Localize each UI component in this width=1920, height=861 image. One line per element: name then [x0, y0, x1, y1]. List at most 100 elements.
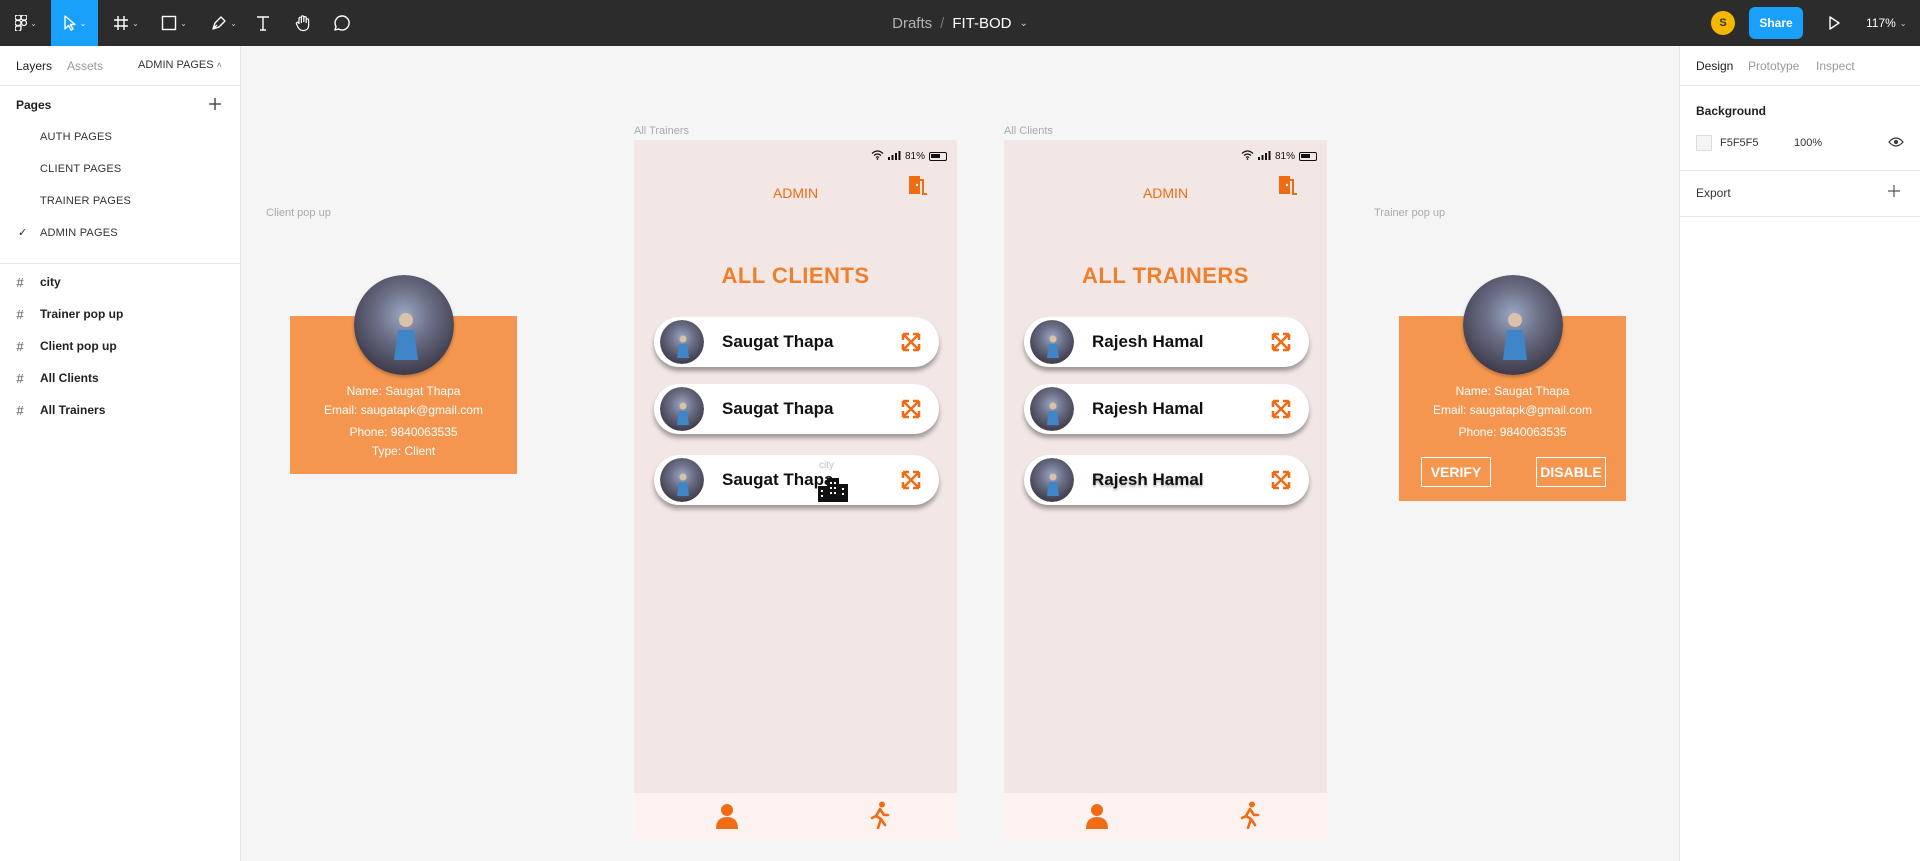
frame-label-trainer-popup[interactable]: Trainer pop up [1374, 207, 1445, 219]
frame-icon: # [16, 306, 24, 322]
tab-prototype[interactable]: Prototype [1748, 59, 1799, 73]
signal-icon [1257, 150, 1271, 163]
trainer-phone: Phone: 9840063535 [1458, 425, 1567, 439]
left-panel: Layers Assets ADMIN PAGES ˄ Pages AUTH P… [0, 46, 241, 861]
tab-layers[interactable]: Layers [16, 59, 52, 73]
layer-item-trainer-popup[interactable]: # Trainer pop up [0, 301, 240, 327]
battery-percentage: 81% [1274, 151, 1295, 162]
chevron-down-icon: ⌄ [180, 18, 187, 28]
screen-title: ALL TRAINERS [1082, 263, 1249, 288]
layer-label: All Clients [40, 371, 99, 385]
trainer-list-item[interactable]: Rajesh Hamal [1024, 384, 1309, 434]
expand-icon[interactable] [1271, 332, 1291, 352]
background-section-title: Background [1696, 104, 1767, 118]
frame-icon: # [16, 370, 24, 386]
person-icon[interactable] [1086, 803, 1108, 829]
battery-icon [1299, 152, 1317, 161]
layer-item-client-popup[interactable]: # Client pop up [0, 333, 240, 359]
client-type: Type: Client [371, 444, 436, 458]
frame-label-city[interactable]: city [819, 460, 834, 471]
running-icon[interactable] [870, 801, 890, 829]
status-bar: 81% [871, 150, 947, 163]
rectangle-icon [161, 15, 177, 31]
screen-title: ALL CLIENTS [721, 263, 870, 288]
layer-label: Client pop up [40, 339, 117, 353]
client-name: Saugat Thapa [722, 399, 834, 418]
running-icon[interactable] [1240, 801, 1260, 829]
page-item-trainer[interactable]: TRAINER PAGES [40, 195, 131, 207]
client-list-item[interactable]: Saugat Thapa [654, 384, 939, 434]
trainer-email: Email: saugatapk@gmail.com [1433, 403, 1592, 417]
layer-item-city[interactable]: # city [0, 269, 240, 295]
current-page-selector[interactable]: ADMIN PAGES ˄ [138, 59, 222, 71]
eye-icon[interactable] [1888, 136, 1904, 148]
main-menu-button[interactable]: ⌄ [8, 0, 44, 46]
expand-icon[interactable] [901, 399, 921, 419]
background-color-swatch[interactable] [1696, 135, 1712, 151]
text-tool-button[interactable] [251, 0, 275, 46]
page-item-admin[interactable]: ADMIN PAGES [40, 227, 118, 239]
tab-design[interactable]: Design [1696, 59, 1733, 73]
client-phone: Phone: 9840063535 [349, 425, 458, 439]
hand-tool-button[interactable] [291, 0, 315, 46]
share-button[interactable]: Share [1749, 7, 1803, 39]
expand-icon[interactable] [1271, 399, 1291, 419]
add-page-icon[interactable] [206, 95, 224, 113]
expand-icon[interactable] [901, 332, 921, 352]
layer-item-all-trainers[interactable]: # All Trainers [0, 397, 240, 423]
all-clients-screen[interactable]: 81% ADMIN ALL CLIENTS Saugat Thapa Sauga… [634, 140, 957, 839]
expand-icon[interactable] [1271, 470, 1291, 490]
verify-button[interactable]: VERIFY [1421, 457, 1491, 487]
breadcrumb-drafts[interactable]: Drafts [892, 15, 932, 32]
cursor-icon [63, 15, 76, 31]
chevron-down-icon[interactable]: ⌄ [1019, 18, 1027, 29]
person-icon[interactable] [716, 803, 738, 829]
trainer-list-item[interactable]: Rajesh Hamal [1024, 317, 1309, 367]
client-list-item[interactable]: Saugat Thapa [654, 455, 939, 505]
move-tool-button[interactable]: ⌄ [51, 0, 98, 46]
tab-inspect[interactable]: Inspect [1816, 59, 1855, 73]
present-button[interactable] [1822, 0, 1846, 46]
chevron-down-icon: ⌄ [1899, 18, 1907, 28]
background-hex-input[interactable]: F5F5F5 [1720, 137, 1759, 149]
hand-icon [295, 15, 310, 32]
disable-button[interactable]: DISABLE [1536, 457, 1606, 487]
toolbar: ⌄ ⌄ ⌄ ⌄ ⌄ Drafts / FIT-BOD ⌄ S Share 117… [0, 0, 1920, 46]
frame-tool-button[interactable]: ⌄ [108, 0, 144, 46]
divider [1680, 85, 1920, 86]
divider [0, 85, 240, 86]
file-name[interactable]: FIT-BOD [952, 15, 1011, 32]
file-breadcrumb: Drafts / FIT-BOD ⌄ [0, 0, 1920, 46]
client-name: Saugat Thapa [722, 470, 834, 489]
wifi-icon [871, 150, 884, 163]
frame-label-all-clients[interactable]: All Clients [1004, 125, 1053, 137]
all-trainers-screen[interactable]: 81% ADMIN ALL TRAINERS Rajesh Hamal Raje… [1004, 140, 1327, 839]
trainer-list-item[interactable]: Rajesh Hamal [1024, 455, 1309, 505]
layer-item-all-clients[interactable]: # All Clients [0, 365, 240, 391]
bottom-nav [634, 793, 957, 839]
client-list-item[interactable]: Saugat Thapa [654, 317, 939, 367]
signal-icon [887, 150, 901, 163]
chevron-down-icon: ⌄ [79, 18, 87, 28]
tab-assets[interactable]: Assets [67, 59, 103, 73]
comment-tool-button[interactable] [330, 0, 354, 46]
trainer-name: Rajesh Hamal [1092, 399, 1204, 418]
logout-door-icon[interactable] [905, 174, 929, 196]
page-item-auth[interactable]: AUTH PAGES [40, 131, 112, 143]
text-icon [257, 16, 269, 31]
right-panel: Design Prototype Inspect Background F5F5… [1679, 46, 1920, 861]
zoom-control[interactable]: 117% ⌄ [1866, 0, 1907, 46]
pen-tool-button[interactable]: ⌄ [206, 0, 242, 46]
comment-icon [334, 15, 350, 31]
chevron-down-icon: ⌄ [30, 18, 37, 28]
expand-icon[interactable] [901, 470, 921, 490]
logout-door-icon[interactable] [1275, 174, 1299, 196]
shape-tool-button[interactable]: ⌄ [156, 0, 192, 46]
frame-label-all-trainers[interactable]: All Trainers [634, 125, 689, 137]
page-item-client[interactable]: CLIENT PAGES [40, 163, 121, 175]
background-opacity-input[interactable]: 100% [1794, 137, 1822, 149]
city-buildings-icon[interactable] [818, 476, 848, 502]
frame-label-client-popup[interactable]: Client pop up [266, 207, 331, 219]
user-avatar[interactable]: S [1711, 11, 1735, 35]
add-export-icon[interactable] [1886, 183, 1902, 199]
